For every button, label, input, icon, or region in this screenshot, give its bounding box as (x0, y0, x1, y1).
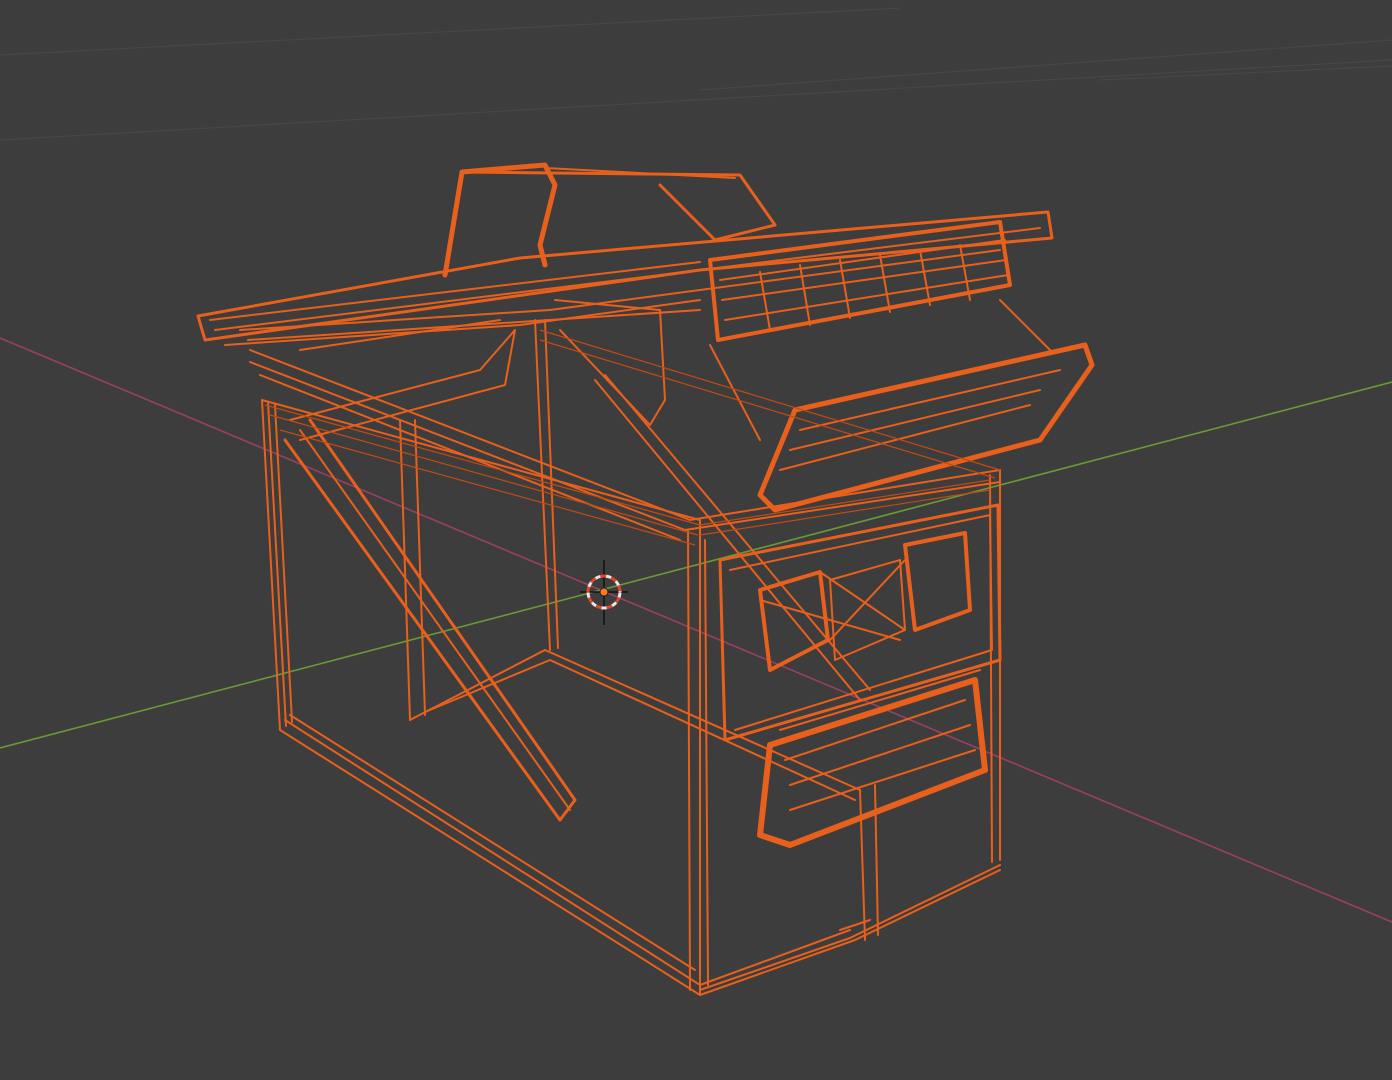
3d-viewport[interactable] (0, 0, 1392, 1080)
floor-grid (0, 7, 1392, 141)
object-origin-icon (599, 587, 609, 597)
y-axis-line (0, 381, 1392, 749)
ammo-box-wireframe[interactable] (196, 162, 1095, 996)
viewport-canvas[interactable] (0, 0, 1392, 1080)
x-axis-line (0, 337, 1392, 923)
